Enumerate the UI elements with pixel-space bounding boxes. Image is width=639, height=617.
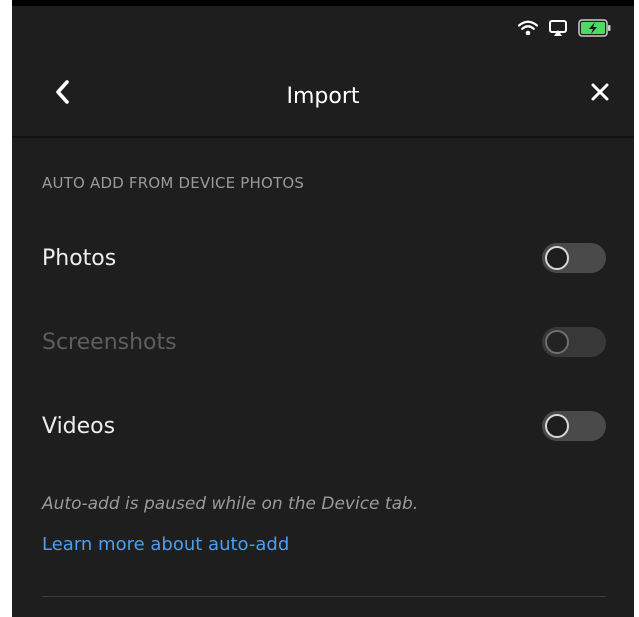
auto-add-paused-note: Auto-add is paused while on the Device t…	[42, 494, 419, 514]
close-button[interactable]	[582, 74, 618, 110]
photos-row: Photos	[42, 238, 606, 278]
screenshots-row: Screenshots	[42, 322, 606, 362]
videos-row: Videos	[42, 406, 606, 446]
photos-toggle[interactable]	[542, 243, 606, 273]
toggle-knob	[545, 246, 569, 270]
videos-label: Videos	[42, 413, 116, 439]
videos-toggle[interactable]	[542, 411, 606, 441]
top-edge	[12, 0, 634, 6]
wifi-icon	[517, 20, 539, 40]
status-bar	[517, 16, 612, 44]
page-title: Import	[286, 84, 360, 109]
divider	[42, 596, 606, 597]
section-header: AUTO ADD FROM DEVICE PHOTOS	[42, 174, 305, 192]
photos-label: Photos	[42, 245, 117, 271]
app-screen: Import AUTO ADD FROM DEVICE PHOTOS Photo…	[12, 0, 634, 617]
airplay-icon	[548, 19, 568, 41]
toggle-knob	[545, 414, 569, 438]
close-icon	[591, 83, 609, 101]
learn-more-link[interactable]: Learn more about auto-add	[42, 534, 289, 555]
screenshots-toggle	[542, 327, 606, 357]
navigation-bar: Import	[12, 46, 634, 138]
battery-charging-icon	[578, 19, 612, 41]
toggle-knob	[545, 330, 569, 354]
screenshots-label: Screenshots	[42, 329, 177, 355]
